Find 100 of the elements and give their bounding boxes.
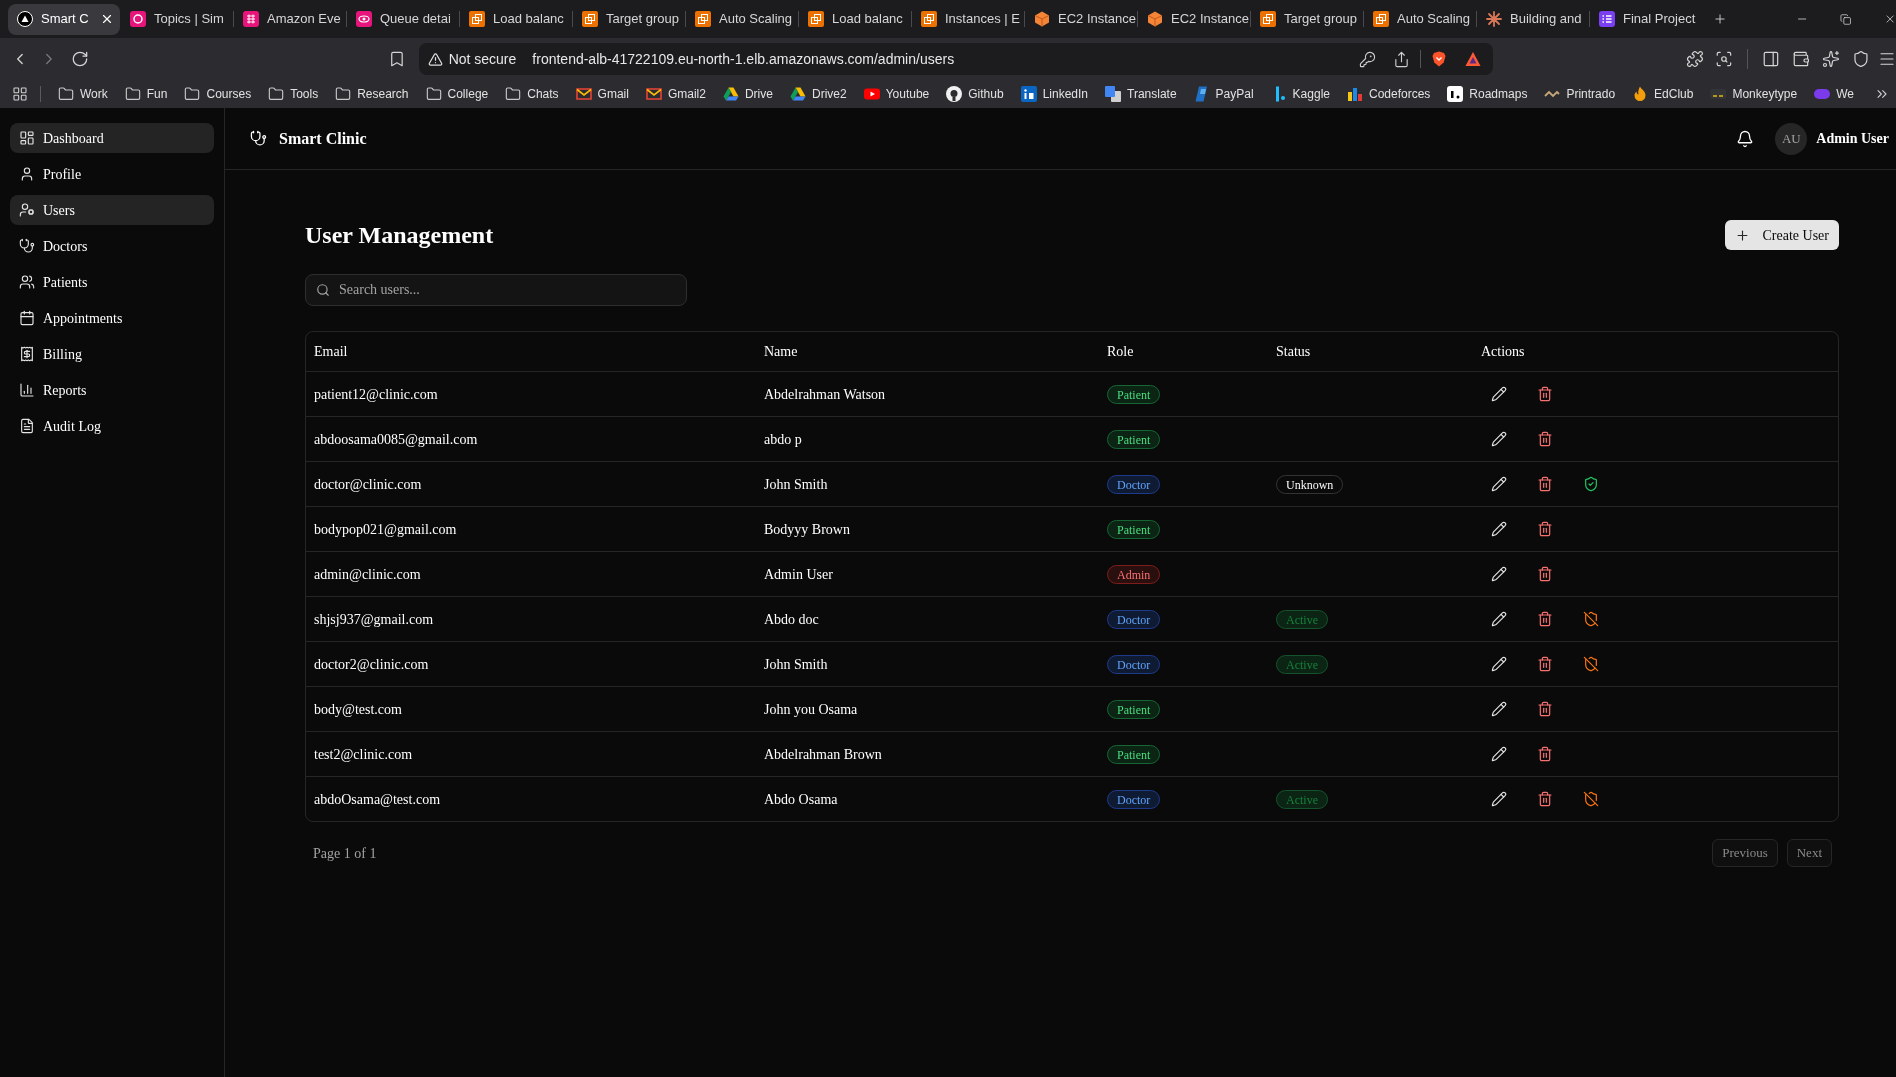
bookmark[interactable]: Work (58, 85, 108, 103)
shield-check-icon[interactable] (1583, 476, 1599, 492)
sidebar-item[interactable]: Billing (10, 339, 214, 369)
trash-icon[interactable] (1537, 701, 1553, 717)
pencil-icon[interactable] (1491, 791, 1507, 807)
bookmark[interactable]: College (425, 85, 489, 103)
restore-icon[interactable] (1840, 12, 1852, 26)
browser-tab[interactable]: Auto Scaling (686, 3, 798, 35)
trash-icon[interactable] (1537, 791, 1553, 807)
trash-icon[interactable] (1537, 521, 1553, 537)
browser-tab[interactable]: Final Project (1590, 3, 1702, 35)
triangle-logo-icon[interactable] (1464, 51, 1481, 67)
sidebar-item[interactable]: Profile (10, 159, 214, 189)
pencil-icon[interactable] (1491, 566, 1507, 582)
bookmark[interactable]: Kaggle (1270, 85, 1330, 103)
browser-tab[interactable]: Queue detai (347, 3, 459, 35)
bookmark[interactable]: Youtube (863, 85, 930, 103)
browser-tab[interactable]: Instances | E (912, 3, 1024, 35)
user-avatar[interactable]: AU (1775, 122, 1808, 155)
bookmark[interactable]: PayPal (1193, 85, 1254, 103)
share-icon[interactable] (1392, 50, 1410, 68)
bookmark[interactable]: Gmail (575, 85, 629, 103)
column-header: Status (1276, 344, 1311, 359)
bookmark[interactable]: LinkedIn (1020, 85, 1088, 103)
bookmark[interactable]: Research (335, 85, 409, 103)
sidebar-item[interactable]: Dashboard (10, 123, 214, 153)
new-tab-icon[interactable] (1713, 11, 1728, 27)
sidebar-item[interactable]: Appointments (10, 303, 214, 333)
bookmark[interactable]: Fun (124, 85, 168, 103)
trash-icon[interactable] (1537, 476, 1553, 492)
pencil-icon[interactable] (1491, 746, 1507, 762)
key-icon[interactable] (1358, 50, 1376, 68)
menu-icon[interactable] (1877, 50, 1896, 68)
browser-tab[interactable]: Topics | Sim (121, 3, 233, 35)
browser-tab[interactable]: Load balanc (799, 3, 911, 35)
folder-icon (184, 86, 201, 102)
bookmark[interactable]: Chats (505, 85, 559, 103)
bookmark[interactable]: Translate (1105, 85, 1177, 103)
bookmark[interactable]: Roadmaps (1447, 85, 1528, 103)
square-logo-icon (1020, 86, 1037, 102)
sidebar-item[interactable]: Users (10, 195, 214, 225)
address-bar[interactable]: Not secure frontend-alb-41722109.eu-north-1.elb.amazonaws.com/admin/users (418, 43, 1493, 75)
bookmark[interactable]: Gmail2 (645, 85, 706, 103)
sparkle-icon[interactable] (1822, 50, 1841, 68)
bookmark[interactable]: Courses (184, 85, 252, 103)
trash-icon[interactable] (1537, 566, 1553, 582)
panel-icon[interactable] (1762, 50, 1781, 68)
browser-tab[interactable]: Building and (1477, 3, 1589, 35)
pencil-icon[interactable] (1491, 701, 1507, 717)
trash-icon[interactable] (1537, 431, 1553, 447)
browser-tab[interactable]: Target group (1251, 3, 1363, 35)
create-user-button[interactable]: Create User (1724, 220, 1839, 250)
pencil-icon[interactable] (1491, 521, 1507, 537)
browser-tab[interactable]: EC2 Instance (1138, 3, 1250, 35)
apps-grid-icon[interactable] (12, 86, 28, 102)
browser-tab[interactable]: Load balanc (460, 3, 572, 35)
shield-off-icon[interactable] (1583, 656, 1599, 672)
browser-tab[interactable]: Smart C (8, 3, 120, 35)
search-box-icon[interactable] (1715, 50, 1734, 68)
pencil-icon[interactable] (1491, 386, 1507, 402)
puzzle-icon[interactable] (1685, 50, 1704, 68)
close-icon[interactable] (100, 12, 114, 26)
pencil-icon[interactable] (1491, 656, 1507, 672)
trash-icon[interactable] (1537, 656, 1553, 672)
bookmark[interactable]: Monkeytype (1710, 85, 1798, 103)
folder-icon (124, 86, 141, 102)
shield-off-icon[interactable] (1583, 611, 1599, 627)
search-field[interactable]: Search users... (305, 274, 687, 306)
pencil-icon[interactable] (1491, 431, 1507, 447)
wallet-icon[interactable] (1792, 50, 1811, 68)
reload-icon[interactable] (70, 50, 89, 68)
trash-icon[interactable] (1537, 746, 1553, 762)
bookmark[interactable]: Drive (722, 85, 773, 103)
sidebar-item[interactable]: Patients (10, 267, 214, 297)
sidebar-item[interactable]: Audit Log (10, 411, 214, 441)
bookmark[interactable]: Tools (268, 85, 319, 103)
trash-icon[interactable] (1537, 611, 1553, 627)
user-email: doctor2@clinic.com (314, 656, 429, 672)
browser-tab[interactable]: EC2 Instance (1025, 3, 1137, 35)
bookmark[interactable]: EdClub (1632, 85, 1694, 103)
column-header: Actions (1481, 344, 1525, 359)
browser-tab[interactable]: Amazon Eve (234, 3, 346, 35)
trash-icon[interactable] (1537, 386, 1553, 402)
warning-icon (427, 51, 443, 67)
bookmark[interactable]: Drive2 (789, 85, 847, 103)
bookmark[interactable]: Codeforces (1347, 85, 1431, 103)
bell-icon[interactable] (1736, 129, 1755, 148)
shield-icon[interactable] (1852, 50, 1870, 68)
bookmark[interactable]: Github (946, 85, 1004, 103)
bookmark[interactable]: We (1814, 85, 1854, 103)
browser-tab[interactable]: Auto Scaling (1364, 3, 1476, 35)
sidebar-item[interactable]: Reports (10, 375, 214, 405)
pencil-icon[interactable] (1491, 611, 1507, 627)
pencil-icon[interactable] (1491, 476, 1507, 492)
sidebar-item[interactable]: Doctors (10, 231, 214, 261)
bookmark[interactable]: Printrado (1544, 85, 1616, 103)
shield-logo-icon[interactable] (1430, 51, 1447, 67)
list-tile-icon (1599, 11, 1615, 27)
browser-tab[interactable]: Target group (573, 3, 685, 35)
shield-off-icon[interactable] (1583, 791, 1599, 807)
